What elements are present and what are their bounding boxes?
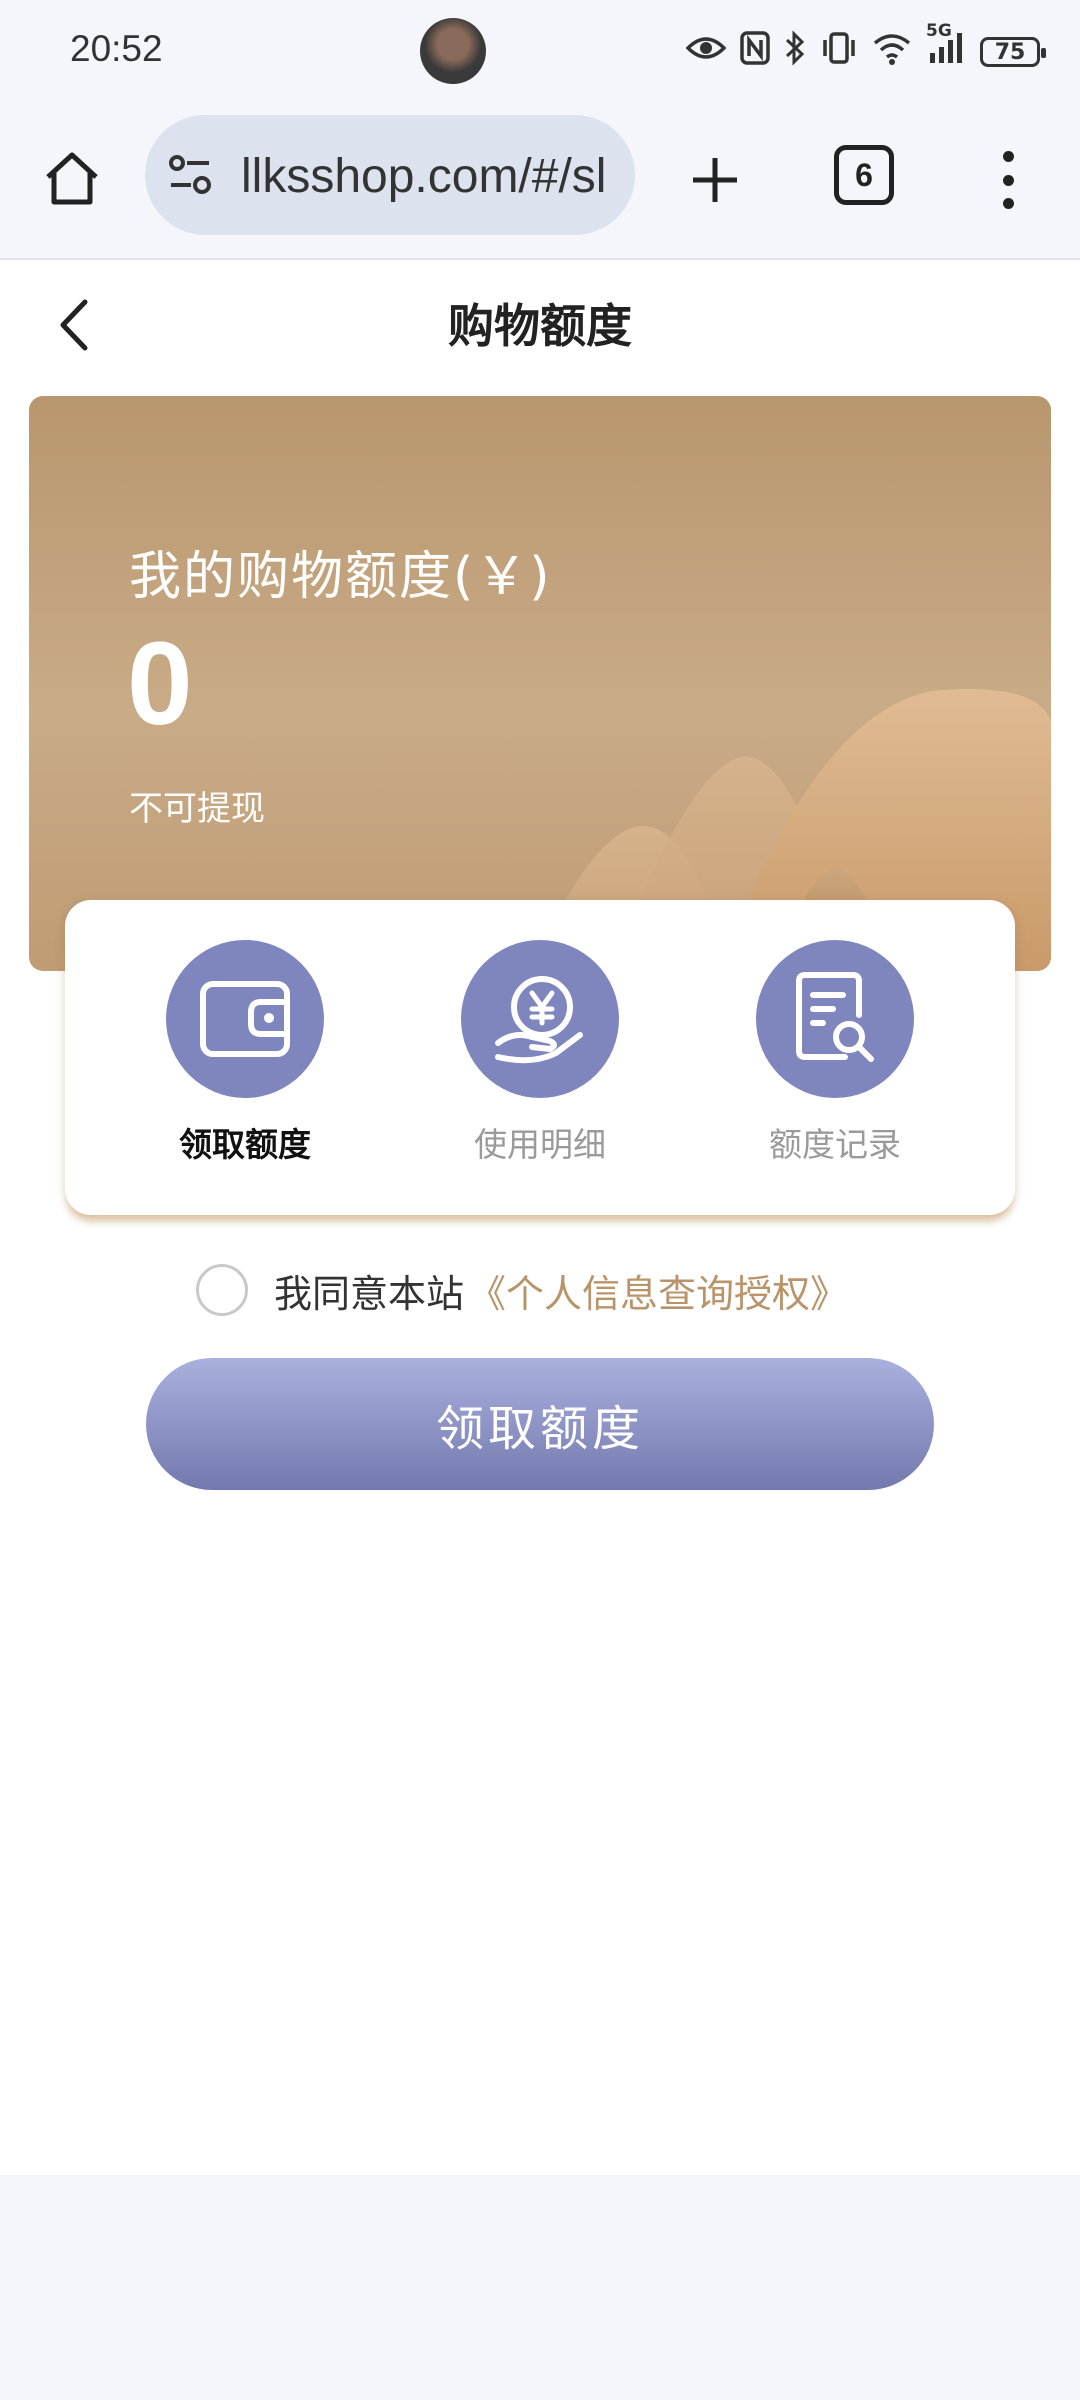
- new-tab-button[interactable]: [680, 145, 750, 215]
- page-title: 购物额度: [448, 299, 632, 353]
- eye-icon: [685, 34, 727, 70]
- action-icon-circle: [166, 940, 324, 1098]
- action-label: 额度记录: [769, 1125, 901, 1164]
- dot: [1002, 198, 1014, 209]
- status-time: 20:52: [70, 28, 163, 69]
- tab-switcher-button[interactable]: 6: [834, 145, 894, 205]
- actions-card: 领取额度 使用明细 额度记录: [65, 900, 1015, 1215]
- vibrate-icon: [820, 31, 858, 73]
- agreement-checkbox[interactable]: [196, 1264, 248, 1316]
- claim-credit-button[interactable]: 领取额度: [146, 1358, 934, 1490]
- wallet-icon: [200, 981, 290, 1057]
- nav-header: 购物额度: [0, 260, 1080, 380]
- plus-icon: [693, 158, 737, 202]
- action-usage-details[interactable]: 使用明细: [430, 940, 650, 1166]
- site-settings-icon: [169, 155, 211, 194]
- browser-toolbar: llksshop.com/#/sl 6: [0, 105, 1080, 260]
- action-credit-records[interactable]: 额度记录: [725, 940, 945, 1166]
- signal-icon: 5G: [926, 21, 966, 73]
- yuan-hand-icon: [495, 976, 583, 1064]
- home-icon: [46, 152, 98, 205]
- credit-label: 我的购物额度(￥): [129, 547, 552, 607]
- action-icon-circle: [461, 940, 619, 1098]
- nfc-icon: [740, 31, 770, 73]
- credit-amount: 0: [127, 618, 193, 750]
- document-search-icon: [796, 972, 874, 1062]
- page-content: 购物额度 我的购物额度(￥) 0 不可提现 领取额度 使用明细 额度记录 我同意…: [0, 260, 1080, 2175]
- home-button[interactable]: [36, 143, 108, 215]
- dot: [1002, 151, 1014, 162]
- action-claim-credit[interactable]: 领取额度: [135, 940, 355, 1166]
- bluetooth-icon: [784, 30, 806, 74]
- status-bar: 20:52 5G 75: [0, 0, 1080, 105]
- action-label: 领取额度: [179, 1125, 311, 1164]
- url-text: llksshop.com/#/sl: [241, 150, 607, 203]
- credit-note: 不可提现: [129, 789, 265, 829]
- action-icon-circle: [756, 940, 914, 1098]
- more-menu-button[interactable]: [990, 145, 1026, 215]
- agreement-link[interactable]: 《个人信息查询授权》: [468, 1263, 848, 1318]
- action-label: 使用明细: [474, 1125, 606, 1164]
- status-icons: 5G 75: [685, 21, 1046, 78]
- wifi-icon: [872, 31, 912, 73]
- battery-icon: 75: [980, 37, 1046, 67]
- dot: [1002, 174, 1014, 186]
- agreement-text: 我同意本站: [274, 1271, 465, 1316]
- url-bar[interactable]: llksshop.com/#/sl: [145, 115, 635, 235]
- network-label: 5G: [926, 21, 952, 41]
- credit-hero-card: 我的购物额度(￥) 0 不可提现: [29, 396, 1051, 971]
- notification-avatar-icon: [420, 18, 486, 84]
- agreement-row: 我同意本站 《个人信息查询授权》: [196, 1260, 848, 1320]
